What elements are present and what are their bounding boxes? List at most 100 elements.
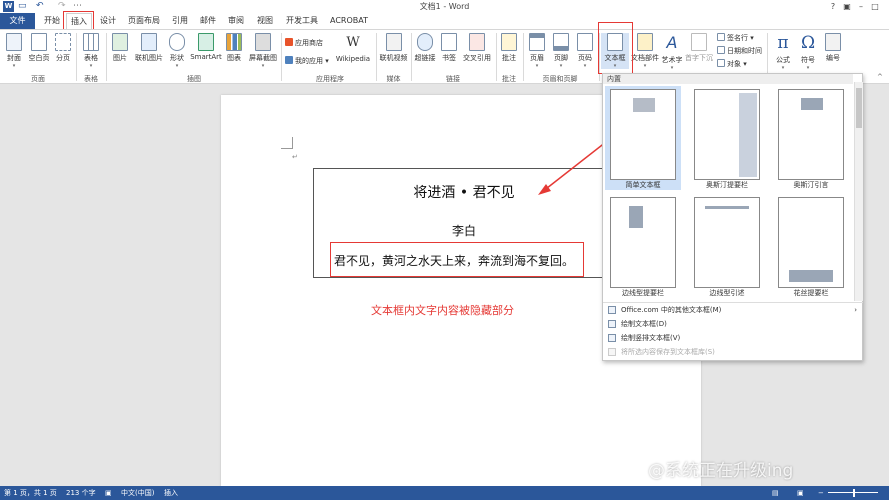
- symbol-button[interactable]: Ω 符号 ▾: [796, 33, 820, 71]
- zoom-out-icon[interactable]: −: [818, 486, 824, 500]
- gallery-item-sideline-quote[interactable]: 边线型引述: [689, 194, 765, 298]
- tab-acrobat[interactable]: ACROBAT: [326, 13, 372, 29]
- cover-page-icon: [6, 33, 22, 51]
- online-picture-button[interactable]: 联机图片: [132, 33, 166, 63]
- proofing-icon[interactable]: ▣: [105, 486, 112, 500]
- bookmark-button[interactable]: 书签: [439, 33, 459, 63]
- tab-mailings[interactable]: 邮件: [196, 13, 220, 29]
- signature-icon: [717, 33, 725, 41]
- status-page-count[interactable]: 第 1 页，共 1 页: [4, 486, 57, 500]
- document-title: 文档1 - Word: [419, 2, 470, 11]
- dropcap-icon: [691, 33, 707, 51]
- blank-page-icon: [31, 33, 47, 51]
- my-apps-button[interactable]: 我的应用 ▾: [285, 56, 329, 66]
- status-word-count[interactable]: 213 个字: [66, 486, 96, 500]
- page-break-button[interactable]: 分页: [53, 33, 73, 63]
- header-button[interactable]: 页眉 ▾: [526, 33, 548, 69]
- object-icon: [717, 59, 725, 67]
- signature-line-button[interactable]: 签名行 ▾: [717, 33, 754, 43]
- status-insert-mode[interactable]: 插入: [164, 486, 178, 500]
- ribbon-display-button[interactable]: ▣: [840, 0, 854, 13]
- screenshot-button[interactable]: 屏幕截图 ▾: [246, 33, 280, 69]
- status-bar: 第 1 页，共 1 页 213 个字 ▣ 中文(中国) 插入 ▤ ▣ −: [0, 486, 889, 500]
- chart-icon: [226, 33, 242, 51]
- page-break-icon: [55, 33, 71, 51]
- gallery-item-caption: 奥斯汀引言: [793, 181, 829, 189]
- footer-button[interactable]: 页脚 ▾: [550, 33, 572, 69]
- app-store-button[interactable]: 应用商店: [285, 38, 323, 48]
- object-button[interactable]: 对象 ▾: [717, 59, 747, 69]
- pi-icon: π: [777, 33, 789, 53]
- tab-design[interactable]: 设计: [96, 13, 120, 29]
- tab-view[interactable]: 视图: [252, 13, 278, 29]
- margin-corner-mark: [281, 137, 293, 149]
- wordart-button[interactable]: A 艺术字 ▾: [660, 33, 684, 71]
- status-language[interactable]: 中文(中国): [121, 486, 154, 500]
- bookmark-icon: [441, 33, 457, 51]
- picture-button[interactable]: 图片: [109, 33, 131, 63]
- gallery-item-simple-textbox[interactable]: 简单文本框: [605, 86, 681, 190]
- omega-icon: Ω: [800, 33, 816, 53]
- wikipedia-button[interactable]: W Wikipedia: [332, 33, 374, 63]
- submenu-arrow-icon: ›: [854, 306, 857, 314]
- smartart-button[interactable]: SmartArt: [188, 33, 224, 61]
- textbox-author: 李白: [451, 224, 476, 238]
- gallery-item-austin-quote[interactable]: 奥斯汀引言: [773, 86, 849, 190]
- tab-home[interactable]: 开始: [40, 13, 64, 29]
- thumbnail-page: [778, 89, 844, 180]
- page-number-icon: [577, 33, 593, 51]
- cross-reference-icon: [469, 33, 485, 51]
- tab-developer[interactable]: 开发工具: [282, 13, 322, 29]
- group-separator: [281, 33, 282, 81]
- cover-page-button[interactable]: 封面 ▾: [3, 33, 25, 69]
- wikipedia-icon: W: [346, 35, 360, 50]
- tab-review[interactable]: 审阅: [224, 13, 248, 29]
- tab-page-layout[interactable]: 页面布局: [124, 13, 164, 29]
- scrollbar-thumb[interactable]: [856, 88, 862, 128]
- maximize-button[interactable]: □: [868, 0, 882, 13]
- menu-more-textboxes-office[interactable]: Office.com 中的其他文本框(M) ›: [603, 303, 863, 317]
- help-button[interactable]: ?: [826, 0, 840, 13]
- blank-page-button[interactable]: 空白页: [27, 33, 51, 63]
- gallery-scrollbar[interactable]: [854, 82, 863, 301]
- gallery-item-austin-sidebar[interactable]: 奥斯汀提要栏: [689, 86, 765, 190]
- page-number-button[interactable]: 页码 ▾: [574, 33, 596, 69]
- comment-button[interactable]: 批注: [498, 33, 520, 63]
- shapes-button[interactable]: 形状 ▾: [166, 33, 188, 69]
- group-label-links: 链接: [446, 75, 460, 83]
- calendar-icon: [717, 46, 725, 54]
- tab-file[interactable]: 文件: [0, 13, 35, 29]
- group-label-apps: 应用程序: [316, 75, 344, 83]
- read-mode-icon[interactable]: ▤: [772, 486, 779, 500]
- hidden-text-annotation: 文本框内文字内容被隐藏部分: [371, 304, 514, 317]
- gallery-item-sideline-sidebar[interactable]: 边线型提要栏: [605, 194, 681, 298]
- quick-parts-button[interactable]: 文档部件 ▾: [630, 33, 660, 69]
- vertical-textbox-icon: [608, 334, 616, 342]
- equation-button[interactable]: π 公式 ▾: [771, 33, 795, 71]
- picture-icon: [112, 33, 128, 51]
- collapse-ribbon-icon[interactable]: ^: [877, 73, 883, 81]
- my-apps-icon: [285, 56, 293, 64]
- paragraph-mark: ↵: [292, 153, 298, 161]
- table-button[interactable]: 表格 ▾: [79, 33, 103, 69]
- menu-draw-vertical-textbox[interactable]: 绘制竖排文本框(V): [603, 331, 863, 345]
- group-separator: [411, 33, 412, 81]
- group-separator: [76, 33, 77, 81]
- online-video-button[interactable]: 联机视频: [377, 33, 410, 63]
- cross-reference-button[interactable]: 交叉引用: [461, 33, 493, 63]
- wordart-icon: A: [666, 33, 678, 52]
- chart-button[interactable]: 图表: [224, 33, 244, 63]
- hyperlink-button[interactable]: 超链接: [413, 33, 437, 63]
- number-button[interactable]: 编号: [821, 33, 845, 63]
- menu-draw-textbox[interactable]: 绘制文本框(D): [603, 317, 863, 331]
- dropcap-button[interactable]: 首字下沉: [684, 33, 714, 63]
- gallery-item-filigree-sidebar[interactable]: 花丝提要栏: [773, 194, 849, 298]
- print-layout-icon[interactable]: ▣: [797, 486, 804, 500]
- tab-references[interactable]: 引用: [168, 13, 192, 29]
- date-time-button[interactable]: 日期和时间: [717, 46, 762, 56]
- zoom-slider-thumb[interactable]: [853, 489, 855, 497]
- thumbnail-page: [778, 197, 844, 288]
- minimize-button[interactable]: –: [854, 0, 868, 13]
- group-label-pages: 页面: [31, 75, 45, 83]
- textbox-button-highlight: [598, 22, 633, 74]
